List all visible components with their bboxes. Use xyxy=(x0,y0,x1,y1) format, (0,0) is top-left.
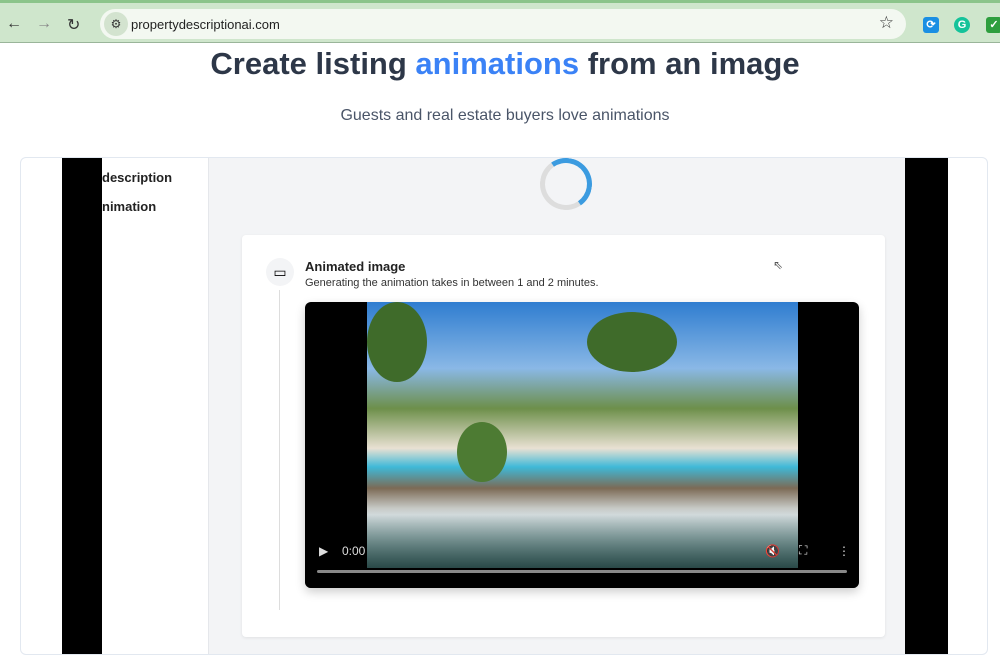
video-progress-bar[interactable] xyxy=(317,570,847,573)
main-panel: ▭ Animated image Generating the animatio… xyxy=(209,158,905,654)
url-text[interactable]: propertydescriptionai.com xyxy=(131,17,280,32)
sidebar-item-animation[interactable]: nimation xyxy=(102,199,156,214)
sidebar-item-description[interactable]: description xyxy=(102,170,172,185)
mouse-cursor-icon: ⇖ xyxy=(773,258,784,272)
more-options-icon[interactable]: ⋮ xyxy=(838,544,850,558)
app-frame: description nimation ▭ Animated image Ge… xyxy=(20,157,988,655)
video-player[interactable]: ▶ 0:00 🔇 ⛶ ⋮ xyxy=(305,302,859,588)
sidebar: description nimation xyxy=(102,158,209,654)
animation-step-card: ▭ Animated image Generating the animatio… xyxy=(242,235,885,637)
extension-icon[interactable]: ⟳ xyxy=(923,17,939,33)
letterbox-right xyxy=(905,158,948,654)
fullscreen-icon[interactable]: ⛶ xyxy=(799,543,807,558)
site-settings-icon[interactable]: ⚙ xyxy=(104,12,128,36)
back-button[interactable]: ← xyxy=(6,15,22,33)
loading-spinner xyxy=(535,158,597,215)
address-bar[interactable]: ⚙ propertydescriptionai.com ☆ xyxy=(100,9,906,39)
timeline-line xyxy=(279,290,280,610)
play-button[interactable]: ▶ xyxy=(319,544,328,558)
letterbox-left xyxy=(62,158,102,654)
page-title: Create listing animations from an image xyxy=(210,46,800,81)
time-display: 0:00 xyxy=(342,544,366,558)
step-title: Animated image xyxy=(305,259,406,274)
grammarly-icon[interactable]: G xyxy=(954,17,970,33)
extension-check-icon[interactable]: ✓ xyxy=(986,17,1000,33)
page-subtitle: Guests and real estate buyers love anima… xyxy=(340,107,670,124)
mute-icon[interactable]: 🔇 xyxy=(765,544,780,558)
bookmark-star-icon[interactable]: ☆ xyxy=(879,13,894,33)
video-camera-icon: ▭ xyxy=(266,258,294,286)
reload-button[interactable]: ↻ xyxy=(67,15,80,35)
browser-toolbar: ← → ↻ ⚙ propertydescriptionai.com ☆ ⟳ G … xyxy=(0,0,1000,43)
forward-button[interactable]: → xyxy=(36,15,52,33)
step-description: Generating the animation takes in betwee… xyxy=(305,277,599,289)
